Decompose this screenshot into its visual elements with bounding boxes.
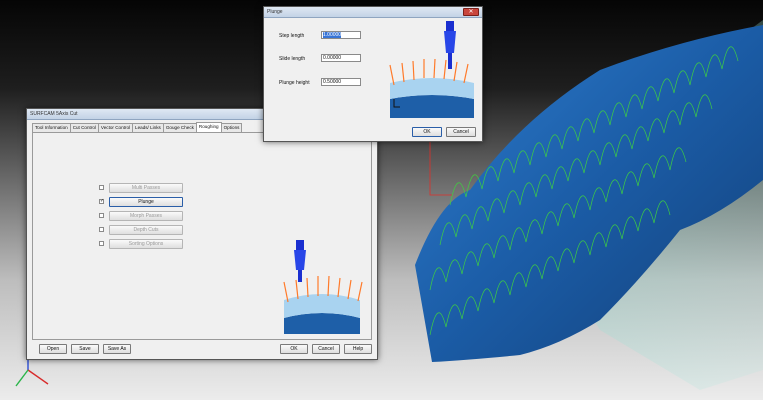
plunge-illustration [283, 240, 363, 334]
ok-button[interactable]: OK [280, 344, 308, 354]
depth-cuts-checkbox[interactable] [99, 227, 104, 232]
sorting-options-checkbox[interactable] [99, 241, 104, 246]
tab-page: Multi Passes ✓ Plunge Morph Passes Depth… [32, 132, 372, 340]
plunge-height-label: Plunge height [279, 80, 310, 86]
tab-gouge-check[interactable]: Gouge Check [162, 123, 197, 132]
plunge-title: Plunge [267, 9, 283, 15]
morph-passes-checkbox[interactable] [99, 213, 104, 218]
tab-strip: Tool Information Cut Control Vector Cont… [32, 122, 243, 132]
surfcam-5axis-cut-dialog: SURFCAM 5Axis Cut Tool Information Cut C… [26, 108, 378, 360]
tab-vector-control[interactable]: Vector Control [97, 123, 134, 132]
tab-roughing[interactable]: Roughing [195, 122, 222, 132]
tab-options[interactable]: Options [220, 123, 243, 132]
plunge-cancel-button[interactable]: Cancel [446, 127, 476, 137]
plunge-height-field[interactable]: 0.50000 [321, 78, 361, 86]
slide-length-label: Slide length [279, 56, 306, 62]
plunge-preview-illustration [389, 21, 474, 118]
morph-passes-button: Morph Passes [109, 211, 183, 221]
multi-passes-checkbox[interactable] [99, 185, 104, 190]
tab-leads-links[interactable]: Leads/ Links [132, 123, 164, 132]
save-button[interactable]: Save [71, 344, 99, 354]
plunge-dialog: Plunge ✕ Step length 1.00000 Slide lengt… [263, 6, 483, 142]
depth-cuts-button: Depth Cuts [109, 225, 183, 235]
close-icon[interactable]: ✕ [463, 8, 479, 16]
plunge-ok-button[interactable]: OK [412, 127, 442, 137]
open-button[interactable]: Open [39, 344, 67, 354]
tab-cut-control[interactable]: Cut Control [69, 123, 99, 132]
dialog-title: SURFCAM 5Axis Cut [30, 111, 78, 117]
tab-tool-information[interactable]: Tool Information [32, 123, 71, 132]
plunge-checkbox[interactable]: ✓ [99, 199, 104, 204]
multi-passes-button: Multi Passes [109, 183, 183, 193]
plunge-button[interactable]: Plunge [109, 197, 183, 207]
save-as-button[interactable]: Save As [103, 344, 131, 354]
check-mark-icon: ✓ [100, 198, 105, 204]
cancel-button[interactable]: Cancel [312, 344, 340, 354]
step-length-label: Step length [279, 33, 305, 39]
slide-length-field[interactable]: 0.00000 [321, 54, 361, 62]
tool-holder-icon [294, 240, 306, 282]
sorting-options-button: Sorting Options [109, 239, 183, 249]
help-button[interactable]: Help [344, 344, 372, 354]
step-length-field[interactable]: 1.00000 [321, 31, 361, 39]
